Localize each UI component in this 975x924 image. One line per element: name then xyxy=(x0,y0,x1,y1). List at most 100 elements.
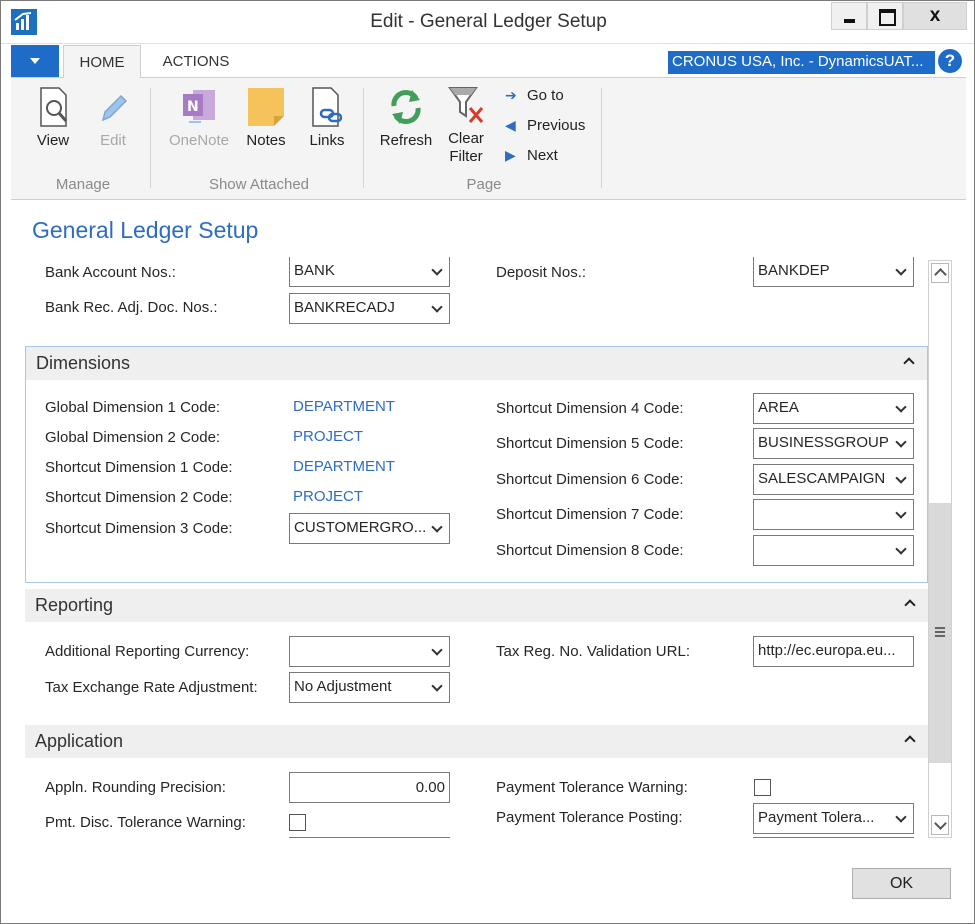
collapse-caret-icon xyxy=(904,735,916,747)
close-button[interactable]: x xyxy=(903,2,967,30)
shortcut-dim-6-value: SALESCAMPAIGN xyxy=(758,470,886,487)
maximize-button[interactable] xyxy=(867,2,903,30)
add-reporting-currency-select[interactable] xyxy=(289,636,450,667)
pmt-disc-tol-warning-checkbox[interactable] xyxy=(289,814,306,831)
previous-button[interactable]: ◀ Previous xyxy=(505,117,585,134)
view-icon xyxy=(40,87,68,127)
field-divider xyxy=(289,837,450,838)
vertical-scrollbar[interactable] xyxy=(928,260,952,838)
company-name[interactable]: CRONUS USA, Inc. - DynamicsUAT... xyxy=(668,51,935,74)
application-menu-button[interactable] xyxy=(11,45,59,77)
field-divider xyxy=(753,837,914,838)
notes-label: Notes xyxy=(246,132,286,149)
tab-home[interactable]: HOME xyxy=(63,45,141,79)
go-to-button[interactable]: ➔ Go to xyxy=(505,87,564,104)
application-section-header[interactable]: Application xyxy=(25,725,928,758)
tax-reg-url-input[interactable]: http://ec.europa.eu... xyxy=(753,636,914,667)
bank-account-nos-label: Bank Account Nos.: xyxy=(45,264,176,281)
bank-rec-adj-value: BANKRECADJ xyxy=(294,299,395,316)
view-button[interactable]: View xyxy=(31,86,75,149)
shortcut-dim-3-select[interactable]: CUSTOMERGRO... xyxy=(289,513,450,544)
reporting-section: Reporting Additional Reporting Currency:… xyxy=(25,589,928,709)
chevron-down-icon xyxy=(431,521,443,533)
shortcut-dim-3-value: CUSTOMERGRO... xyxy=(294,519,427,536)
clear-filter-label-2: Filter xyxy=(449,148,483,165)
shortcut-dim-2-label: Shortcut Dimension 2 Code: xyxy=(45,489,233,506)
shortcut-dim-6-select[interactable]: SALESCAMPAIGN xyxy=(753,464,914,495)
bank-account-nos-select[interactable]: BANK xyxy=(289,257,450,287)
shortcut-dim-3-label: Shortcut Dimension 3 Code: xyxy=(45,520,233,537)
links-icon xyxy=(312,87,343,127)
minimize-button[interactable] xyxy=(831,2,867,30)
tax-exch-rate-label: Tax Exchange Rate Adjustment: xyxy=(45,679,258,696)
page-title: General Ledger Setup xyxy=(32,217,259,243)
chevron-down-icon xyxy=(895,264,907,276)
global-dim-1-link[interactable]: DEPARTMENT xyxy=(293,398,395,415)
refresh-label: Refresh xyxy=(379,132,433,149)
ok-button[interactable]: OK xyxy=(852,868,951,899)
help-icon[interactable]: ? xyxy=(938,49,962,73)
tab-actions[interactable]: ACTIONS xyxy=(151,45,241,78)
shortcut-dim-7-select[interactable] xyxy=(753,499,914,530)
pay-tol-posting-value: Payment Tolera... xyxy=(758,809,875,826)
collapse-caret-icon xyxy=(903,357,915,369)
pay-tol-posting-select[interactable]: Payment Tolera... xyxy=(753,803,914,834)
tax-exch-rate-select[interactable]: No Adjustment xyxy=(289,672,450,703)
group-show-attached-label: Show Attached xyxy=(208,176,310,193)
links-button[interactable]: Links xyxy=(305,86,349,149)
triangle-right-icon: ▶ xyxy=(505,147,516,163)
collapse-caret-icon xyxy=(904,599,916,611)
reporting-section-header[interactable]: Reporting xyxy=(25,589,928,622)
chevron-down-icon xyxy=(895,436,907,448)
rounding-precision-input[interactable]: 0.00 xyxy=(289,772,450,803)
dimensions-section-header[interactable]: Dimensions xyxy=(26,347,927,380)
onenote-button[interactable]: N OneNote xyxy=(163,86,235,149)
chevron-down-icon xyxy=(431,301,443,313)
shortcut-dim-5-select[interactable]: BUSINESSGROUP xyxy=(753,428,914,459)
chevron-down-icon xyxy=(895,401,907,413)
next-button[interactable]: ▶ Next xyxy=(505,147,558,164)
tax-reg-url-value: http://ec.europa.eu... xyxy=(758,642,896,659)
shortcut-dim-1-link[interactable]: DEPARTMENT xyxy=(293,458,395,475)
pay-tol-posting-label: Payment Tolerance Posting: xyxy=(496,809,683,826)
shortcut-dim-8-select[interactable] xyxy=(753,535,914,566)
group-page-label: Page xyxy=(466,176,502,193)
group-separator xyxy=(363,88,364,188)
refresh-button[interactable]: Refresh xyxy=(377,86,435,149)
onenote-label: OneNote xyxy=(168,132,230,149)
shortcut-dim-8-label: Shortcut Dimension 8 Code: xyxy=(496,542,684,559)
clear-filter-label-1: Clear xyxy=(448,130,484,147)
shortcut-dim-2-link[interactable]: PROJECT xyxy=(293,488,363,505)
shortcut-dim-4-select[interactable]: AREA xyxy=(753,393,914,424)
shortcut-dim-6-label: Shortcut Dimension 6 Code: xyxy=(496,471,684,488)
bank-rec-adj-select[interactable]: BANKRECADJ xyxy=(289,293,450,324)
scrollbar-thumb[interactable] xyxy=(929,503,951,763)
notes-button[interactable]: Notes xyxy=(243,86,289,149)
onenote-icon: N xyxy=(183,90,215,123)
bank-rec-adj-label: Bank Rec. Adj. Doc. Nos.: xyxy=(45,299,218,316)
shortcut-dim-5-value: BUSINESSGROUP xyxy=(758,434,889,451)
deposit-nos-label: Deposit Nos.: xyxy=(496,264,587,281)
global-dim-1-label: Global Dimension 1 Code: xyxy=(45,399,221,416)
window-title: Edit - General Ledger Setup xyxy=(370,11,607,32)
pay-tol-warning-checkbox[interactable] xyxy=(754,779,771,796)
triangle-left-icon: ◀ xyxy=(505,117,516,133)
global-dim-2-label: Global Dimension 2 Code: xyxy=(45,429,221,446)
application-title: Application xyxy=(35,731,124,751)
deposit-nos-select[interactable]: BANKDEP xyxy=(753,257,914,287)
edit-button[interactable]: Edit xyxy=(91,86,135,149)
svg-text:N: N xyxy=(187,99,199,115)
scroll-up-icon[interactable] xyxy=(931,263,949,283)
ribbon-tab-row: HOME ACTIONS CRONUS USA, Inc. - Dynamics… xyxy=(11,45,966,79)
scroll-down-icon[interactable] xyxy=(931,815,949,835)
dimensions-section: Dimensions Global Dimension 1 Code: DEPA… xyxy=(25,346,928,583)
tax-reg-url-label: Tax Reg. No. Validation URL: xyxy=(496,643,690,660)
global-dim-2-link[interactable]: PROJECT xyxy=(293,428,363,445)
chevron-down-icon xyxy=(895,507,907,519)
refresh-icon xyxy=(391,90,421,124)
chevron-down-icon xyxy=(431,680,443,692)
bank-account-nos-value: BANK xyxy=(294,262,335,279)
clear-filter-button[interactable]: Clear Filter xyxy=(443,86,489,166)
chevron-down-icon xyxy=(431,264,443,276)
chevron-down-icon xyxy=(895,811,907,823)
